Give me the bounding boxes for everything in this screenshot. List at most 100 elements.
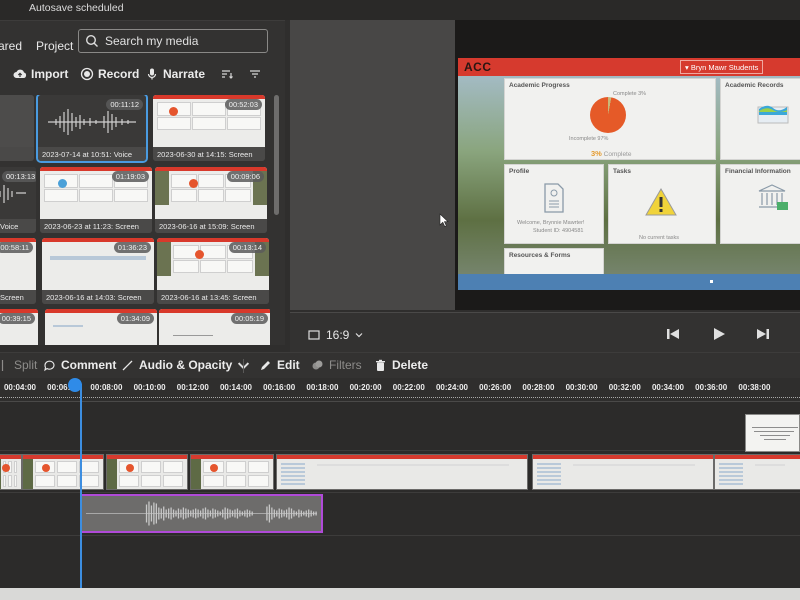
record-label: Record — [98, 67, 140, 81]
media-item[interactable]: 01:19:03 2023-06-23 at 11:23: Screen — [40, 167, 152, 233]
video-clip[interactable] — [276, 454, 528, 490]
ruler-tick-label: 00:24:00 — [435, 383, 469, 392]
media-duration: 00:13:14 — [228, 242, 266, 253]
media-caption: 2023-06-16 at 15:09: Screen — [155, 219, 267, 233]
tab-project[interactable]: Project — [36, 39, 73, 53]
video-clip[interactable] — [106, 454, 188, 490]
filters-label: Filters — [329, 358, 362, 372]
timeline-scrollbar[interactable] — [0, 588, 800, 600]
card-academic-progress: Academic Progress Complete 3% Incomplete… — [504, 78, 716, 160]
filter-icon — [250, 70, 260, 78]
properties-panel — [290, 20, 455, 310]
comment-button[interactable]: Comment — [43, 358, 116, 372]
play-icon[interactable] — [711, 327, 727, 341]
warning-icon — [645, 187, 677, 216]
progress-pie — [590, 97, 626, 133]
narrate-button[interactable]: Narrate — [145, 67, 205, 81]
audio-clip-selected[interactable] — [80, 494, 323, 533]
split-button[interactable]: Split — [0, 358, 37, 372]
video-preview[interactable]: ACC ▾ Bryn Mawr Students Academic Progre… — [455, 20, 800, 310]
media-item[interactable]: 00:09:06 2023-06-16 at 15:09: Screen — [155, 167, 267, 233]
search-icon — [85, 34, 98, 47]
waveform-icon — [0, 185, 26, 203]
media-item-selected[interactable]: 00:11:12 2023-07-14 at 10:51: Voice — [36, 95, 148, 163]
media-duration: 00:58:11 — [0, 242, 33, 253]
media-caption: Screen — [0, 290, 36, 304]
comment-label: Comment — [61, 358, 117, 372]
progress-percent: 3% Complete — [591, 149, 631, 158]
portal-logo: ACC — [464, 60, 492, 74]
search-box[interactable] — [78, 29, 268, 53]
ruler-tick-label: 00:38:00 — [738, 383, 771, 392]
media-scrollbar[interactable] — [274, 95, 279, 215]
track-divider — [0, 492, 800, 493]
tab-shared[interactable]: ared — [0, 39, 22, 53]
ruler-tick-label: 00:10:00 — [133, 383, 166, 392]
video-clip[interactable] — [532, 454, 714, 490]
timeline-ruler[interactable]: 00:04:00 00:06:00 00:08:00 00:10:00 00:12:00… — [0, 378, 800, 402]
filter-button[interactable] — [248, 67, 262, 81]
portal-header: ACC ▾ Bryn Mawr Students — [458, 58, 800, 76]
skip-forward-icon[interactable] — [755, 327, 771, 341]
filters-button[interactable]: Filters — [311, 358, 362, 372]
media-item[interactable]: 00:58:11 Screen — [0, 238, 36, 304]
text-overlay-clip[interactable] — [745, 414, 800, 452]
trash-icon — [376, 359, 385, 371]
card-title: Academic Records — [725, 82, 784, 89]
autosave-status: Autosave scheduled — [29, 2, 124, 14]
card-title: Academic Progress — [509, 82, 570, 89]
card-profile: Profile Welcome, Brynnie Mawrter! Studen… — [504, 164, 604, 244]
playhead-line — [80, 384, 82, 590]
records-icon — [757, 105, 789, 124]
search-input[interactable] — [105, 34, 265, 48]
media-duration: 00:11:12 — [106, 99, 143, 110]
card-title: Resources & Forms — [509, 252, 571, 259]
narrate-label: Narrate — [163, 67, 206, 81]
record-icon — [80, 67, 94, 81]
video-clip[interactable] — [714, 454, 800, 490]
media-caption: 2023-06-23 at 11:23: Screen — [40, 219, 152, 233]
media-item[interactable]: 00:13:13 Voice — [0, 167, 36, 233]
ruler-tick-label: 00:26:00 — [479, 383, 512, 392]
chevron-down-icon — [355, 333, 363, 338]
preview-canvas: ACC ▾ Bryn Mawr Students Academic Progre… — [458, 58, 800, 290]
media-duration: 00:13:13 — [2, 171, 36, 182]
media-duration: 00:39:15 — [0, 313, 35, 324]
aspect-ratio-icon — [308, 330, 320, 340]
profile-document-icon — [544, 183, 564, 213]
media-item[interactable]: 01:36:23 2023-06-16 at 14:03: Screen — [42, 238, 154, 304]
toolbar-divider — [243, 359, 244, 373]
video-clip[interactable] — [22, 454, 104, 490]
video-clip[interactable] — [0, 454, 22, 490]
playhead-handle[interactable] — [68, 378, 82, 392]
player-controls: 16:9 — [290, 312, 800, 352]
waveform-icon — [48, 109, 136, 135]
footer-band — [458, 274, 800, 290]
media-item[interactable]: 01:34:09 — [45, 309, 157, 345]
ruler-tick-label: 00:34:00 — [651, 383, 685, 392]
audio-opacity-dropdown[interactable]: Audio & Opacity — [121, 358, 250, 372]
bank-icon — [758, 184, 788, 210]
media-item[interactable]: 00:39:15 — [0, 309, 38, 345]
sort-button[interactable] — [220, 67, 234, 81]
import-button[interactable]: Import — [13, 67, 68, 81]
delete-button[interactable]: Delete — [374, 358, 428, 372]
media-item[interactable] — [0, 95, 34, 161]
ruler-tick-label: 00:28:00 — [522, 383, 555, 392]
audio-waveform — [86, 501, 317, 526]
status-bar: Autosave scheduled — [0, 0, 800, 20]
pie-label-complete: Complete 3% — [613, 91, 647, 97]
video-clip[interactable] — [190, 454, 274, 490]
media-actions: Import Record Narrate — [0, 67, 285, 87]
edit-button[interactable]: Edit — [259, 358, 300, 372]
ruler-tick-label: 00:12:00 — [176, 383, 209, 392]
aspect-ratio-dropdown[interactable]: 16:9 — [308, 328, 363, 342]
media-item[interactable]: 00:13:14 2023-06-16 at 13:45: Screen — [157, 238, 269, 304]
timeline-toolbar: Split Comment Audio & Opacity Edit Filte… — [0, 352, 800, 378]
media-item[interactable]: 00:52:03 2023-06-30 at 14:15: Screen — [153, 95, 265, 161]
skip-back-icon[interactable] — [665, 327, 681, 341]
ruler-tick-label: 00:36:00 — [695, 383, 728, 392]
record-button[interactable]: Record — [80, 67, 139, 81]
media-caption: Voice — [0, 219, 36, 233]
media-item[interactable]: 00:05:19 — [159, 309, 270, 345]
